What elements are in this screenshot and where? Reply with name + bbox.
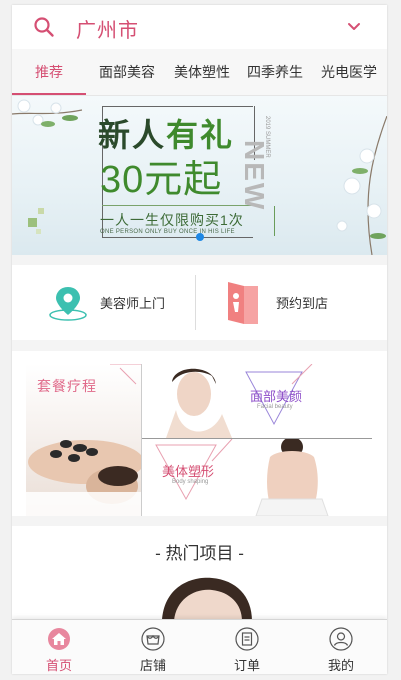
category-tabs: 推荐 面部美容 美体塑性 四季养生 光电医学 xyxy=(12,49,387,96)
service-divider xyxy=(195,275,196,330)
blossom-branch-right xyxy=(336,116,387,255)
app-screen: 广州市 推荐 面部美容 美体塑性 四季养生 光电医学 新人有礼 30元起 一人一… xyxy=(12,5,387,674)
package-body-label: 美体塑形 xyxy=(162,464,215,479)
profile-icon xyxy=(329,627,353,651)
service-book-store-label: 预约到店 xyxy=(276,296,329,311)
banner-decor-square xyxy=(38,208,44,214)
carousel-indicator-dot[interactable] xyxy=(196,233,204,241)
shop-icon xyxy=(141,627,165,651)
city-selector[interactable]: 广州市 xyxy=(76,14,139,43)
nav-home-label: 首页 xyxy=(45,658,72,673)
package-grid: 套餐疗程 面部美颜 Facial beauty 美体塑形 Body shapin… xyxy=(12,351,387,516)
nav-orders-label: 订单 xyxy=(233,658,260,673)
banner-new-word: NEW xyxy=(239,140,270,212)
tab-seasonal[interactable]: 四季养生 xyxy=(240,49,310,95)
nav-profile-label: 我的 xyxy=(327,658,354,673)
hot-items-heading: - 热门项目 - xyxy=(155,544,244,563)
location-pin-icon xyxy=(49,286,87,321)
store-door-icon xyxy=(228,281,258,324)
service-home-visit-label: 美容师上门 xyxy=(100,296,166,311)
promo-banner[interactable]: 新人有礼 30元起 一人一生仅限购买1次 ONE PERSON ONLY BUY… xyxy=(12,96,387,255)
banner-tagline-en: ONE PERSON ONLY BUY ONCE IN HIS LIFE xyxy=(100,229,235,235)
package-facial-label: 面部美颜 xyxy=(250,389,303,404)
package-body-card[interactable]: 美体塑形 Body shaping xyxy=(142,439,372,516)
package-course-label: 套餐疗程 xyxy=(37,378,97,394)
service-book-store[interactable]: 预约到店 xyxy=(222,265,328,340)
banner-rule xyxy=(102,205,252,206)
bottom-nav: 首页 店铺 订单 我的 xyxy=(12,619,387,674)
tab-recommend[interactable]: 推荐 xyxy=(12,49,86,95)
package-facial-card[interactable]: 面部美颜 Facial beauty xyxy=(142,364,372,438)
tab-photoelectric[interactable]: 光电医学 xyxy=(312,49,386,95)
package-body-sub: Body shaping xyxy=(172,479,209,485)
chevron-down-icon[interactable] xyxy=(347,20,361,34)
banner-tagline: 一人一生仅限购买1次 xyxy=(100,212,244,228)
package-course-card[interactable]: 套餐疗程 xyxy=(26,364,142,516)
service-home-visit[interactable]: 美容师上门 xyxy=(46,265,165,340)
tab-body[interactable]: 美体塑性 xyxy=(165,49,239,95)
banner-title-line2: 30元起 xyxy=(100,159,223,201)
banner-accent-line xyxy=(274,206,275,236)
search-bar[interactable]: 广州市 xyxy=(12,5,387,49)
nav-shop[interactable]: 店铺 xyxy=(106,620,200,674)
banner-decor-square xyxy=(36,229,41,234)
hot-item-model-image[interactable] xyxy=(152,576,262,621)
nav-shop-label: 店铺 xyxy=(139,658,166,673)
package-facial-sub: Facial beauty xyxy=(257,404,293,410)
search-icon[interactable] xyxy=(32,15,56,39)
blossom-branch-left xyxy=(12,99,83,127)
nav-home[interactable]: 首页 xyxy=(12,620,106,674)
tab-facial[interactable]: 面部美容 xyxy=(90,49,164,95)
nav-profile[interactable]: 我的 xyxy=(294,620,387,674)
banner-decor-square xyxy=(28,218,37,227)
nav-orders[interactable]: 订单 xyxy=(200,620,294,674)
home-icon xyxy=(48,628,70,650)
order-icon xyxy=(235,627,259,651)
service-row: 美容师上门 预约到店 xyxy=(12,265,387,340)
